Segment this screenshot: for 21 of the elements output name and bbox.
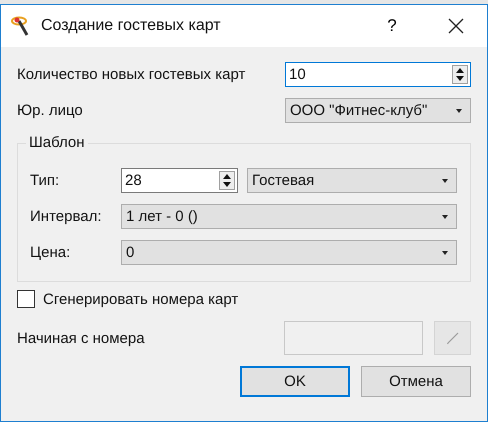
legal-entity-dropdown[interactable]: ООО "Фитнес-клуб": [285, 98, 471, 123]
field-label: Начиная с номера: [17, 330, 146, 346]
field-label: Количество новых гостевых карт: [17, 66, 246, 83]
field-label: Юр. лицо: [17, 102, 84, 119]
help-button[interactable]: ?: [369, 5, 415, 47]
field-label: Тип:: [30, 172, 60, 189]
close-icon: [448, 18, 464, 34]
interval-dropdown[interactable]: 1 лет - 0 (): [121, 204, 457, 229]
price-dropdown[interactable]: 0: [121, 240, 457, 265]
field-label: Интервал:: [30, 208, 103, 225]
checkbox[interactable]: [17, 290, 35, 308]
window-title: Создание гостевых карт: [41, 17, 222, 35]
count-spinbox[interactable]: 10: [285, 62, 471, 87]
pencil-icon: [444, 330, 460, 346]
dialog-button[interactable]: Отмена: [361, 366, 471, 397]
dialog-button[interactable]: OK: [240, 366, 350, 397]
type-spinbox[interactable]: 28: [121, 168, 238, 193]
wand-icon: [11, 15, 31, 37]
checkbox-label: Сгенерировать номера карт: [43, 290, 238, 308]
type-dropdown[interactable]: Гостевая: [247, 168, 457, 193]
field-label: Цена:: [30, 244, 72, 261]
